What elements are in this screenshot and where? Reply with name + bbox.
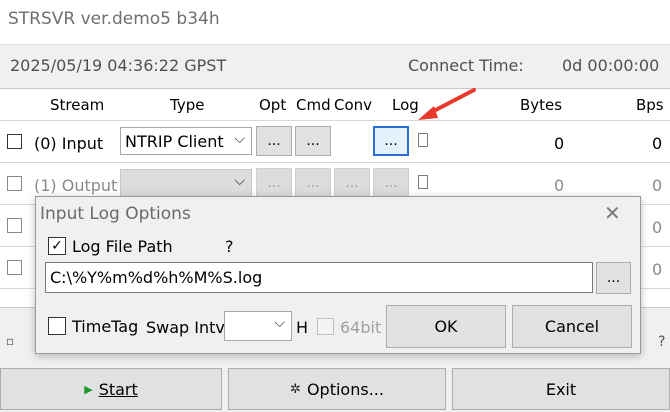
dialog-title: Input Log Options [40, 204, 191, 224]
play-icon: ▶ [84, 382, 93, 396]
row1-type-select[interactable]: ⌵ [120, 169, 252, 197]
swap-intv-select[interactable]: ⌵ [224, 311, 292, 341]
64bit-checkbox[interactable] [317, 318, 334, 335]
row1-log-indicator [418, 175, 428, 189]
timetag-label[interactable]: TimeTag [72, 317, 138, 336]
row3-enable-checkbox[interactable] [7, 260, 22, 275]
row1-label: (1) Output [34, 176, 118, 195]
row1-log-button[interactable]: ... [373, 168, 409, 198]
64bit-label: 64bit [340, 318, 382, 337]
swap-intv-label: Swap Intv [146, 318, 225, 337]
row0-enable-checkbox[interactable] [7, 134, 22, 149]
chevron-down-icon: ⌵ [234, 131, 245, 147]
title-bar: STRSVR ver.demo5 b34h [0, 0, 670, 44]
browse-button[interactable]: ... [596, 262, 631, 294]
row0-log-indicator [418, 133, 428, 147]
row0-label: (0) Input [34, 134, 104, 153]
timetag-checkbox[interactable] [48, 317, 66, 335]
annotation-arrow-icon [418, 88, 476, 120]
row1-opt-button[interactable]: ... [256, 168, 292, 198]
ok-button[interactable]: OK [386, 305, 506, 348]
header-type: Type [170, 96, 205, 114]
row0-cmd-button[interactable]: ... [295, 126, 331, 156]
close-icon[interactable]: ✕ [604, 201, 621, 225]
row2-enable-checkbox[interactable] [7, 218, 22, 233]
row1-conv-button[interactable]: ... [334, 168, 370, 198]
status-indicator-icon: ▫ [6, 334, 15, 348]
help-mark: ? [225, 237, 234, 256]
row0-opt-button[interactable]: ... [256, 126, 292, 156]
row3-bps: 0 [652, 260, 663, 279]
window-title: STRSVR ver.demo5 b34h [8, 9, 220, 29]
row1-bps: 0 [652, 176, 663, 195]
time-bar: 2025/05/19 04:36:22 GPST Connect Time: 0… [0, 44, 670, 88]
start-button[interactable]: ▶ Start [0, 368, 222, 410]
input-log-options-dialog: Input Log Options ✕ ✓ Log File Path ? ..… [35, 196, 641, 354]
row2-bps: 0 [652, 218, 663, 237]
row1-cmd-button[interactable]: ... [295, 168, 331, 198]
exit-button-label: Exit [545, 379, 577, 399]
header-opt: Opt [259, 96, 287, 114]
log-file-path-label: Log File Path [72, 237, 173, 256]
row0-bps: 0 [652, 134, 663, 153]
options-button[interactable]: ✲ Options... [228, 368, 446, 410]
exit-button[interactable]: Exit [452, 368, 670, 410]
row0-type-value: NTRIP Client [125, 132, 224, 151]
swap-unit-label: H [296, 318, 309, 337]
row0-bytes: 0 [554, 134, 565, 153]
cancel-button[interactable]: Cancel [512, 305, 632, 348]
header-divider [0, 120, 670, 121]
log-file-path-checkbox[interactable]: ✓ [48, 237, 66, 255]
chevron-down-icon: ⌵ [234, 173, 245, 189]
header-conv: Conv [334, 96, 373, 114]
chevron-down-icon: ⌵ [274, 315, 285, 331]
log-file-path-input[interactable] [45, 262, 593, 293]
header-bps: Bps [636, 96, 664, 114]
options-button-label: Options... [306, 379, 384, 399]
checkmark-icon: ✓ [51, 238, 63, 254]
row1-bytes: 0 [554, 176, 565, 195]
header-stream: Stream [50, 96, 105, 114]
row0-type-select[interactable]: NTRIP Client ⌵ [120, 127, 252, 155]
header-bytes: Bytes [520, 96, 563, 114]
gps-datetime: 2025/05/19 04:36:22 GPST [10, 56, 227, 75]
row1-enable-checkbox[interactable] [7, 176, 22, 191]
gear-icon: ✲ [290, 381, 301, 397]
help-icon[interactable]: ? [658, 334, 665, 350]
row-divider [0, 162, 670, 163]
connect-time-label: Connect Time: [408, 56, 524, 75]
start-button-label: Start [98, 379, 138, 399]
header-cmd: Cmd [296, 96, 331, 114]
connect-time-value: 0d 00:00:00 [562, 56, 660, 75]
